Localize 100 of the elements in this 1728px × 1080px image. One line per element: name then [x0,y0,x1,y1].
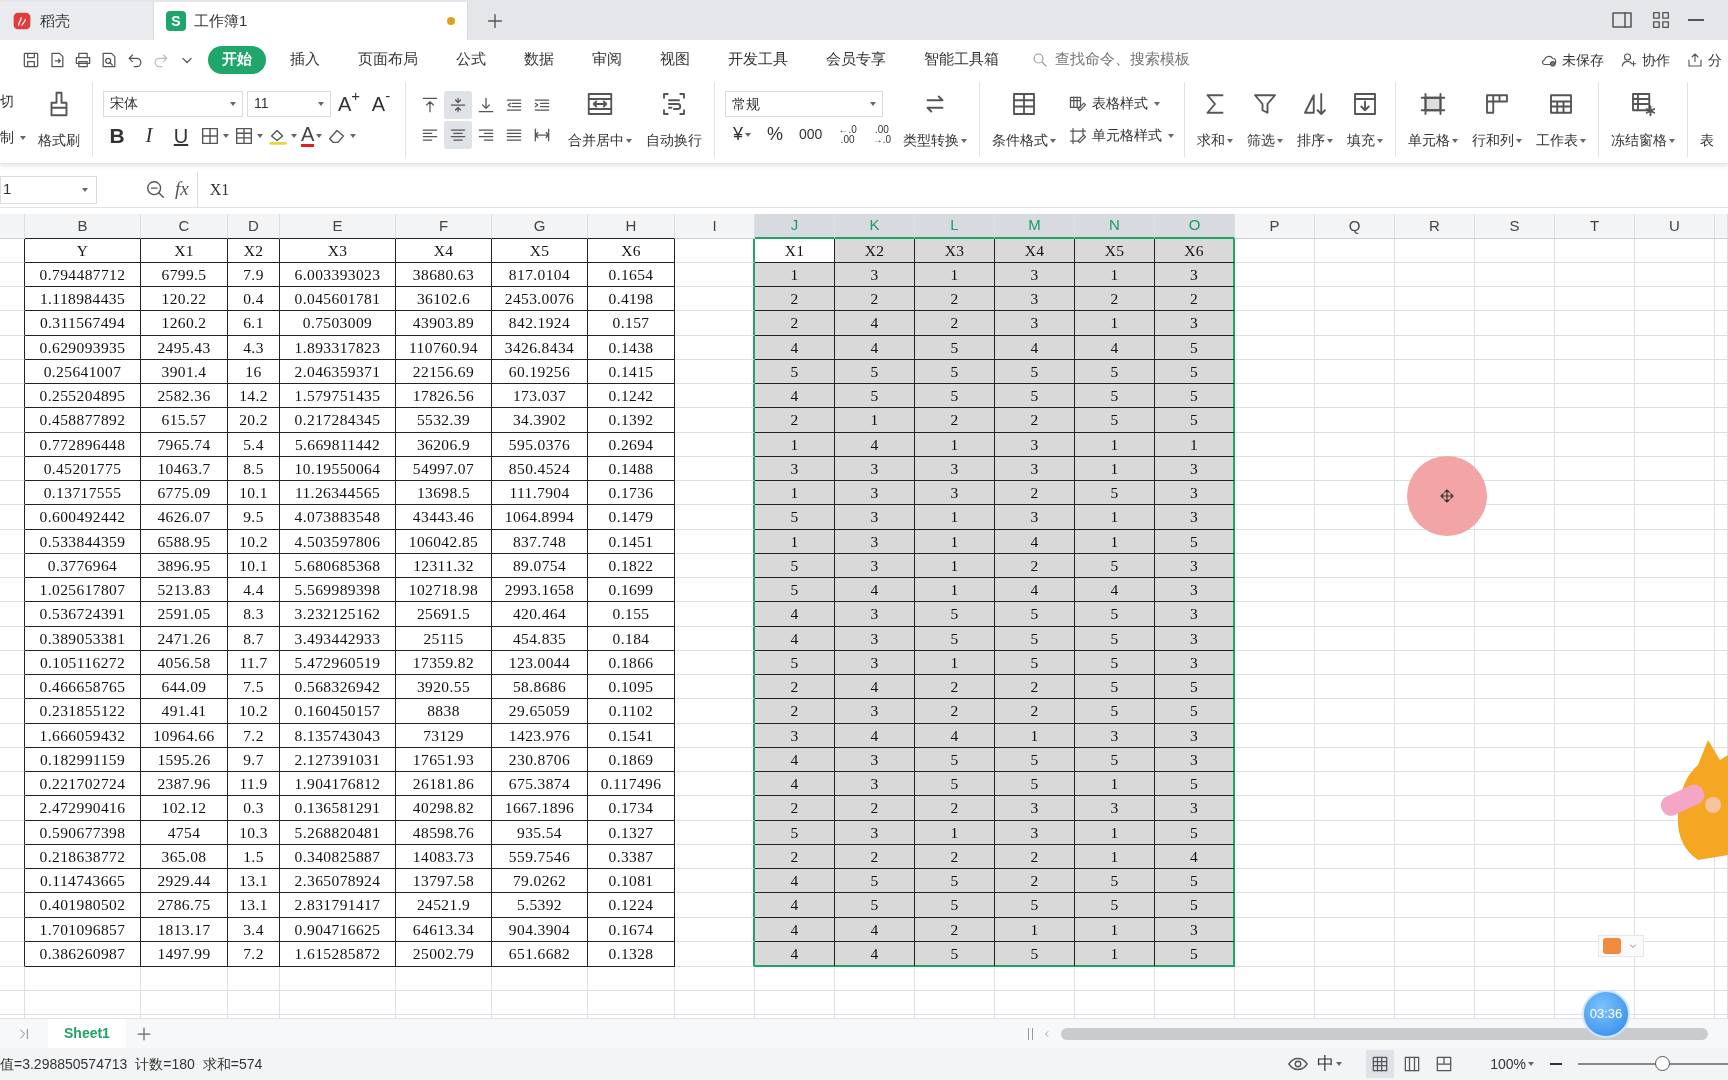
table-cell: 1.666059432 [25,723,141,748]
table-cell: 1 [1075,311,1155,336]
decrease-decimal-button[interactable]: .00 →.0 [872,124,892,145]
column-header[interactable]: B [25,214,141,239]
table-cell: 5 [1075,408,1155,433]
font-size-select[interactable]: 11 [247,90,331,117]
slider-thumb[interactable] [1655,1056,1671,1071]
number-format-select[interactable]: 常规 [725,91,883,117]
align-center-button[interactable] [444,120,472,149]
table-cell: 0.117496 [588,772,675,797]
column-header[interactable]: E [280,214,396,239]
table-cell: 5 [835,893,915,918]
collaborate-button[interactable]: 协作 [1620,49,1670,71]
cut-button[interactable]: 切 [0,87,26,116]
percent-button[interactable]: % [767,121,784,148]
column-header[interactable]: I [675,214,755,239]
font-select[interactable]: 宋体 [103,90,243,117]
menu-tab[interactable]: 开发工具 [714,46,802,74]
column-header[interactable]: S [1475,214,1555,239]
scrollbar-thumb[interactable] [1061,1027,1708,1040]
table-button[interactable]: 表 [1698,88,1717,151]
column-header[interactable]: C [141,214,228,239]
sigma-button[interactable]: 求和 [1195,88,1236,151]
underline-button[interactable]: U [167,121,195,150]
table-cell: 2 [755,287,835,312]
rows-columns-button[interactable]: 行和列 [1470,88,1525,151]
table-cell: 5 [755,505,835,530]
menu-tab[interactable]: 公式 [442,46,500,74]
cell-button[interactable]: 单元格 [1406,88,1461,151]
column-header[interactable]: R [1395,214,1475,239]
increase-decimal-button[interactable]: ←.0 .00 [838,124,857,145]
formula-field[interactable]: X1 [196,171,1728,208]
italic-button[interactable]: I [135,121,163,150]
table-button[interactable]: 条件格式 [990,88,1059,151]
column-header[interactable]: T [1555,214,1635,239]
column-header[interactable]: F [396,214,492,239]
window-tab[interactable]: S 工作簿1 [154,2,468,40]
sort-button[interactable]: 排序 [1295,88,1336,151]
table-cell: 0.1699 [588,578,675,603]
menu-tab[interactable]: 页面布局 [344,46,432,74]
table-cell: 110760.94 [396,335,492,360]
column-header[interactable]: G [492,214,588,239]
column-header[interactable]: D [228,214,280,239]
swap-button[interactable]: 类型转换 [901,88,970,151]
wrap-button[interactable]: 自动换行 [644,88,704,151]
table-cell: 13797.58 [396,869,492,894]
table-cell: 5 [915,384,995,409]
shrink-font-button[interactable]: A$^{-}$ [367,89,395,118]
bold-button[interactable]: B [103,121,131,150]
window-tab[interactable]: 稻壳 [0,2,154,40]
zoom-button[interactable] [145,178,167,201]
table-cell: 6588.95 [141,529,228,554]
zoom-select[interactable]: 100% [1490,1053,1534,1075]
align-middle-button[interactable] [444,90,472,119]
table-cell: 5 [755,553,835,578]
menu-tab[interactable]: 视图 [646,46,704,74]
table-cell: 3 [755,723,835,748]
table-cell: 3 [755,456,835,481]
table-cell: 13.1 [228,869,280,894]
share-button[interactable]: 分 [1686,49,1722,71]
copy-button[interactable]: 制 [0,123,26,152]
column-header[interactable]: Q [1315,214,1395,239]
table-cell: 0.1327 [588,820,675,845]
column-header[interactable]: U [1635,214,1715,239]
table-cell: 5 [915,747,995,772]
search-field[interactable]: 查找命令、搜索模板 [1031,48,1223,72]
menu-tab[interactable]: 会员专享 [812,46,900,74]
font-color-button[interactable]: A [301,124,323,147]
merge-button[interactable]: 合并居中 [566,88,634,151]
table-cell: 842.1924 [492,311,588,336]
table-pen-button[interactable]: 表格样式 [1068,89,1175,118]
table-cell: 4 [755,893,835,918]
unsaved-button[interactable]: 未保存 [1540,49,1604,71]
thousands-button[interactable]: 000 [799,124,823,145]
input-mode-button[interactable]: 中 [1317,1051,1343,1077]
funnel-button[interactable]: 筛选 [1245,88,1286,151]
table-cell: 0.1242 [588,384,675,409]
table-cell: 102718.98 [396,578,492,603]
freeze-button[interactable]: 冻结窗格 [1609,88,1678,151]
table-cell: 9.5 [228,505,280,530]
column-label: X3 [915,238,995,263]
menu-tab[interactable]: 智能工具箱 [910,46,1013,74]
brush-button[interactable]: 格式刷 [36,88,82,151]
name-box[interactable]: 1 [0,175,97,204]
column-header[interactable]: H [588,214,675,239]
currency-button[interactable]: ¥ [733,121,751,148]
column-header[interactable]: P [1235,214,1315,239]
cell-pen-button[interactable]: 单元格样式 [1068,121,1175,150]
normal-view-button[interactable] [1366,1050,1395,1078]
menu-tab[interactable]: 插入 [276,46,334,74]
function-label[interactable]: fx [175,175,189,204]
table-cell: 10.19550064 [280,456,396,481]
menu-tab[interactable]: 数据 [510,46,568,74]
table-cell: 3 [995,432,1075,457]
grow-font-button[interactable]: A$^{+}$ [335,89,363,118]
worksheet-button[interactable]: 工作表 [1534,88,1589,151]
splitter-handle[interactable] [1028,1027,1033,1040]
fill-down-button[interactable]: 填充 [1345,88,1386,151]
table-cell: 559.7546 [492,844,588,869]
menu-tab[interactable]: 审阅 [578,46,636,74]
